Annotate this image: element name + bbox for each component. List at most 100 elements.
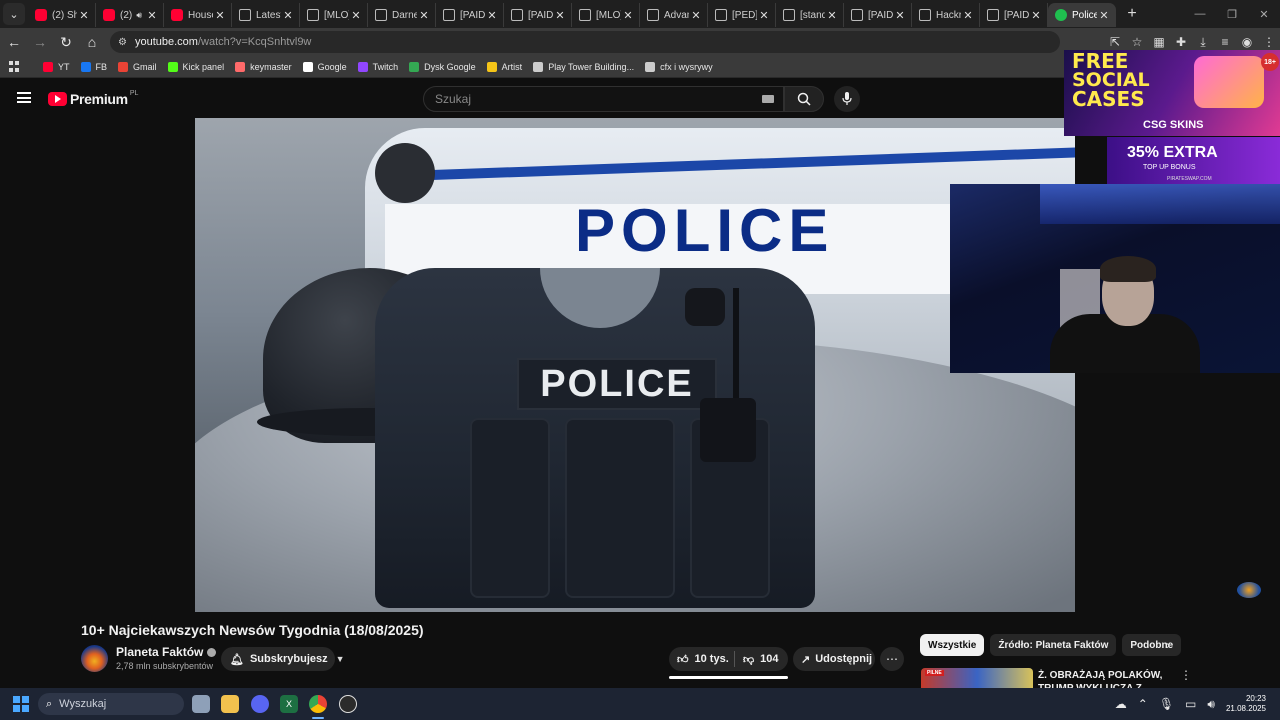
browser-tab[interactable]: Latest ✕ — [232, 3, 300, 27]
bookmark-item[interactable]: keymaster — [235, 61, 292, 72]
tab-close-icon[interactable]: ✕ — [145, 9, 159, 22]
subscribed-button[interactable]: 🔔︎ Subskrybujesz ▼ — [221, 647, 345, 671]
taskbar-search[interactable]: ⌕ Wyszukaj — [38, 693, 184, 715]
youtube-logo[interactable]: Premium PL — [48, 90, 138, 107]
voice-search-button[interactable] — [834, 86, 860, 112]
tab-close-icon[interactable]: ✕ — [553, 9, 567, 22]
browser-tab[interactable]: [MLO] ✕ — [572, 3, 640, 27]
recommended-video-title[interactable]: Ż. OBRAŻAJĄ POLAKÓW, TRUMP WYKLUCZA Z RO… — [1038, 669, 1168, 688]
obs-icon[interactable] — [339, 695, 357, 713]
bookmark-item[interactable]: Dysk Google — [409, 61, 476, 72]
bookmark-item[interactable]: Twitch — [357, 61, 398, 72]
bookmark-item[interactable]: Gmail — [118, 61, 157, 72]
browser-tab[interactable]: [PAID]✕ — [504, 3, 572, 27]
filter-chip[interactable]: Źródło: Planeta Faktów — [990, 634, 1117, 656]
overlay-ad-topup[interactable]: 35% EXTRA TOP UP BONUS PIRATESWAP.COM — [1107, 137, 1280, 184]
network-icon[interactable]: ▭ — [1185, 697, 1196, 711]
browser-tab[interactable]: [stand ✕ — [776, 3, 844, 27]
browser-tab[interactable]: [PAID]✕ — [980, 3, 1048, 27]
volume-icon[interactable]: 🔊︎ — [1207, 697, 1215, 712]
tab-close-icon[interactable]: ✕ — [757, 9, 771, 22]
apps-grid-icon[interactable] — [9, 60, 21, 73]
overlay-ad-free-cases[interactable]: FREE SOCIAL CASES CSG SKINS 18+ — [1064, 50, 1280, 136]
tray-chevron-up-icon[interactable]: ⌃ — [1138, 697, 1148, 711]
tab-close-icon[interactable]: ✕ — [961, 9, 975, 22]
browser-tab[interactable]: Hackr ✕ — [912, 3, 980, 27]
video-player[interactable]: POLICE POLICE — [195, 118, 1075, 612]
reload-button[interactable]: ↻ — [54, 30, 78, 54]
home-button[interactable]: ⌂ — [80, 30, 104, 54]
browser-tab[interactable]: [PED] ✕ — [708, 3, 776, 27]
tab-close-icon[interactable]: ✕ — [1029, 9, 1043, 22]
site-info-icon[interactable]: ⚙ — [118, 37, 127, 48]
like-button[interactable]: 👍︎ 10 tys. — [669, 651, 735, 667]
bookmark-item[interactable]: Artist — [486, 61, 522, 72]
dislike-button[interactable]: 👎︎ 104 — [735, 653, 779, 666]
microphone-tray-icon[interactable]: 🎙︎ — [1159, 697, 1174, 711]
tab-close-icon[interactable]: ✕ — [349, 9, 363, 22]
keyboard-icon[interactable] — [762, 95, 774, 103]
recommended-video-thumbnail[interactable]: PILNE — [921, 668, 1033, 688]
new-tab-button[interactable]: + — [1122, 4, 1142, 24]
tab-close-icon[interactable]: ✕ — [621, 9, 635, 22]
forward-button[interactable]: → — [28, 30, 52, 54]
tab-close-icon[interactable]: ✕ — [1097, 9, 1111, 22]
browser-tab[interactable]: House✕ — [164, 3, 232, 27]
tab-close-icon[interactable]: ✕ — [77, 9, 91, 22]
tab-search-button[interactable]: ⌄ — [3, 3, 25, 25]
file-explorer-icon[interactable] — [221, 695, 239, 713]
tab-close-icon[interactable]: ✕ — [825, 9, 839, 22]
browser-tab[interactable]: (2) 🔊︎ ✕ — [96, 3, 164, 27]
channel-watermark-icon[interactable] — [1237, 582, 1261, 598]
browser-tab[interactable]: [PAID]✕ — [844, 3, 912, 27]
install-app-icon[interactable]: ⇱ — [1104, 35, 1126, 49]
browser-tab[interactable]: [MLO] ✕ — [300, 3, 368, 27]
tab-close-icon[interactable]: ✕ — [213, 9, 227, 22]
taskbar-clock[interactable]: 20:23 21.08.2025 — [1226, 694, 1266, 714]
bookmark-item[interactable]: YT — [43, 61, 70, 72]
chrome-icon[interactable] — [309, 695, 327, 713]
bookmark-item[interactable]: Play Tower Building... — [533, 61, 634, 72]
bookmark-item[interactable]: Google — [302, 61, 347, 72]
discord-icon[interactable] — [251, 695, 269, 713]
windows-start-icon[interactable] — [13, 696, 29, 712]
bookmark-item[interactable]: FB — [80, 61, 107, 72]
restore-button[interactable]: ❐ — [1216, 0, 1248, 28]
download-icon[interactable]: ⤓ — [1192, 35, 1214, 50]
minimize-button[interactable]: — — [1184, 0, 1216, 28]
extensions-puzzle-icon[interactable]: ✚ — [1170, 35, 1192, 49]
tab-close-icon[interactable]: ✕ — [485, 9, 499, 22]
back-button[interactable]: ← — [2, 30, 26, 54]
search-button[interactable] — [784, 86, 824, 112]
browser-menu-icon[interactable]: ⋮ — [1258, 35, 1280, 49]
profile-avatar[interactable]: ◉ — [1236, 35, 1258, 49]
extension-icon[interactable]: ▦ — [1148, 35, 1170, 49]
channel-avatar[interactable] — [81, 645, 108, 672]
tab-audio-icon[interactable]: 🔊︎ — [136, 10, 142, 21]
excel-icon[interactable]: X — [280, 695, 298, 713]
bookmark-item[interactable]: Kick panel — [167, 61, 224, 72]
channel-name[interactable]: Planeta Faktów — [116, 645, 217, 659]
reading-list-icon[interactable]: ≡ — [1214, 35, 1236, 49]
more-actions-button[interactable]: ⋯ — [880, 647, 904, 671]
task-view-icon[interactable] — [192, 695, 210, 713]
browser-tab[interactable]: [PAID]✕ — [436, 3, 504, 27]
browser-tab[interactable]: Police ✕ — [1048, 3, 1116, 27]
tab-close-icon[interactable]: ✕ — [689, 9, 703, 22]
chevron-right-icon[interactable]: › — [1166, 638, 1170, 652]
share-button[interactable]: ↗ Udostępnij — [793, 647, 875, 671]
tab-close-icon[interactable]: ✕ — [893, 9, 907, 22]
close-window-button[interactable]: ✕ — [1248, 0, 1280, 28]
bookmark-item[interactable]: cfx i wysrywy — [645, 61, 713, 72]
tab-close-icon[interactable]: ✕ — [417, 9, 431, 22]
menu-hamburger-icon[interactable] — [17, 92, 31, 103]
browser-tab[interactable]: Advan✕ — [640, 3, 708, 27]
filter-chip[interactable]: Podobne — [1122, 634, 1182, 656]
browser-tab[interactable]: (2) Sh ✕ — [28, 3, 96, 27]
recommended-more-icon[interactable]: ⋮ — [1180, 668, 1192, 682]
filter-chip[interactable]: Wszystkie — [920, 634, 985, 656]
address-bar[interactable]: ⚙ youtube.com/watch?v=KcqSnhtvl9w — [110, 31, 1060, 53]
tab-close-icon[interactable]: ✕ — [281, 9, 295, 22]
bookmark-star-icon[interactable]: ☆ — [1126, 35, 1148, 49]
search-input[interactable]: Szukaj — [423, 86, 784, 112]
